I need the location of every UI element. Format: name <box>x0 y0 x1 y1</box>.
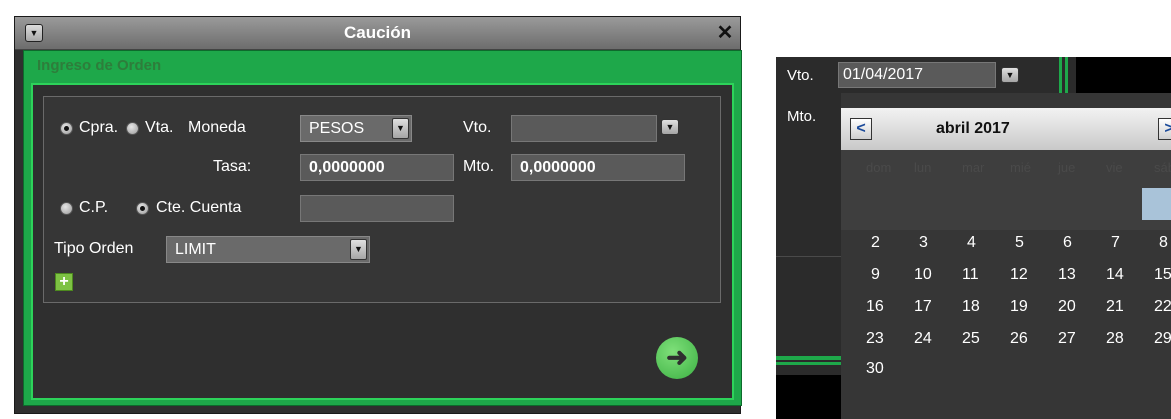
next-month-button[interactable]: > <box>1158 118 1171 140</box>
close-icon: ✕ <box>716 22 734 44</box>
day-name: mar <box>962 160 985 175</box>
calendar-day[interactable]: 27 <box>1058 330 1076 348</box>
sell-label: Vta. <box>145 119 174 136</box>
calendar-day[interactable]: 10 <box>914 266 932 284</box>
calendar-day[interactable]: 4 <box>967 234 976 252</box>
black-strip <box>1076 57 1171 93</box>
calendar-day[interactable]: 9 <box>871 266 880 284</box>
calendar-day[interactable]: 15 <box>1154 266 1171 284</box>
arrow-right-icon: ➜ <box>666 342 688 372</box>
calendar-day[interactable]: 28 <box>1106 330 1124 348</box>
dialog-title: Caución <box>343 23 412 42</box>
day-name: dom <box>866 160 892 175</box>
vto-label: Vto. <box>787 67 814 84</box>
calendar-day[interactable]: 17 <box>914 298 932 316</box>
calendar-day[interactable]: 12 <box>1010 266 1028 284</box>
moneda-label: Moneda <box>188 119 246 136</box>
tipo-orden-select[interactable]: LIMIT ▼ <box>166 236 370 263</box>
prev-month-button[interactable]: < <box>850 118 872 140</box>
green-divider <box>1059 57 1062 93</box>
moneda-value: PESOS <box>309 120 365 137</box>
green-divider <box>1065 57 1068 93</box>
selected-day-cell[interactable] <box>1142 188 1171 220</box>
chevron-right-icon: > <box>1164 120 1171 137</box>
calendar-day[interactable]: 14 <box>1106 266 1124 284</box>
calendar-day[interactable]: 19 <box>1010 298 1028 316</box>
buy-radio[interactable] <box>60 122 73 135</box>
calendar-month-label: abril 2017 <box>936 120 1010 137</box>
chevron-down-icon: ▼ <box>392 118 409 139</box>
mto-label: Mto. <box>787 108 817 125</box>
mto-field[interactable]: 0,0000000 <box>511 154 685 181</box>
cte-cuenta-field[interactable] <box>300 195 454 222</box>
calendar-day[interactable]: 7 <box>1111 234 1120 252</box>
day-name: sáb <box>1154 160 1171 175</box>
calendar-day[interactable]: 18 <box>962 298 980 316</box>
tipo-orden-label: Tipo Orden <box>54 240 134 257</box>
section-title: Ingreso de Orden <box>37 57 162 74</box>
tasa-field[interactable]: 0,0000000 <box>300 154 454 181</box>
plus-icon: + <box>59 273 69 290</box>
moneda-select[interactable]: PESOS ▼ <box>300 115 412 142</box>
calendar-day[interactable]: 13 <box>1058 266 1076 284</box>
calendar-day[interactable]: 25 <box>962 330 980 348</box>
tasa-label: Tasa: <box>213 158 252 175</box>
calendar-day[interactable]: 24 <box>914 330 932 348</box>
title-bar: ▼ Caución ✕ <box>15 17 740 50</box>
calendar-day[interactable]: 5 <box>1015 234 1024 252</box>
dropdown-icon: ▼ <box>1005 70 1015 80</box>
calendar-day[interactable]: 22 <box>1154 298 1171 316</box>
submit-order-button[interactable]: ➜ <box>656 337 698 379</box>
cte-cuenta-label: Cte. Cuenta <box>156 199 242 216</box>
add-button[interactable]: + <box>55 273 73 291</box>
calendar-day[interactable]: 6 <box>1063 234 1072 252</box>
vto-calendar-button[interactable]: ▼ <box>1001 67 1019 83</box>
sell-radio[interactable] <box>126 122 139 135</box>
day-name: vie <box>1106 160 1123 175</box>
calendar-day[interactable]: 23 <box>866 330 884 348</box>
chevron-left-icon: < <box>856 120 866 137</box>
divider <box>776 256 841 257</box>
vto-calendar-button[interactable]: ▼ <box>661 119 679 135</box>
chevron-down-icon: ▼ <box>350 239 367 260</box>
tipo-orden-value: LIMIT <box>175 241 216 258</box>
calendar-day[interactable]: 8 <box>1159 234 1168 252</box>
vto-label: Vto. <box>463 119 492 136</box>
calendar-day[interactable]: 29 <box>1154 330 1171 348</box>
calendar-day[interactable]: 26 <box>1010 330 1028 348</box>
cp-label: C.P. <box>79 199 109 216</box>
buy-label: Cpra. <box>79 119 119 136</box>
calendar-day[interactable]: 2 <box>871 234 880 252</box>
green-divider <box>776 362 841 365</box>
day-name: jue <box>1058 160 1076 175</box>
calendar-day[interactable]: 3 <box>919 234 928 252</box>
day-name: mié <box>1010 160 1031 175</box>
vto-field[interactable] <box>511 115 657 142</box>
cte-cuenta-radio[interactable] <box>136 202 149 215</box>
calendar-day[interactable]: 16 <box>866 298 884 316</box>
black-strip <box>776 375 841 419</box>
green-divider <box>776 356 841 360</box>
calendar-day[interactable]: 30 <box>866 360 884 378</box>
calendar-day[interactable]: 20 <box>1058 298 1076 316</box>
day-name: lun <box>914 160 932 175</box>
mto-label: Mto. <box>463 158 495 175</box>
dropdown-icon: ▼ <box>665 122 675 132</box>
close-button[interactable]: ✕ <box>716 22 734 44</box>
cp-radio[interactable] <box>60 202 73 215</box>
calendar-day[interactable]: 11 <box>962 266 979 284</box>
vto-date-field[interactable]: 01/04/2017 <box>838 62 996 88</box>
calendar-day[interactable]: 21 <box>1106 298 1124 316</box>
